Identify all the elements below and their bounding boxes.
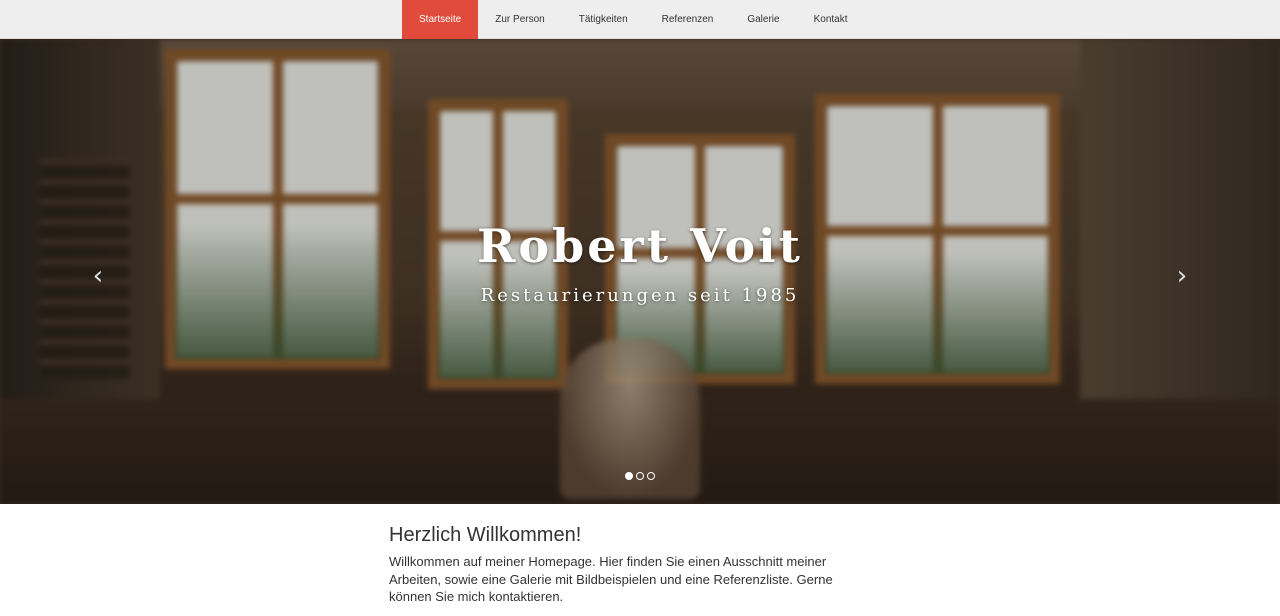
carousel-indicator-2[interactable] bbox=[636, 472, 644, 480]
chevron-right-icon: › bbox=[1176, 261, 1188, 291]
nav-item-galerie[interactable]: Galerie bbox=[730, 0, 796, 39]
nav-item-label: Tätigkeiten bbox=[578, 14, 628, 25]
hero-carousel: Robert Voit Restaurierungen seit 1985 ‹ … bbox=[0, 39, 1280, 504]
nav-item-startseite[interactable]: Startseite bbox=[402, 0, 479, 39]
nav-item-zur-person[interactable]: Zur Person bbox=[478, 0, 561, 39]
welcome-heading: Herzlich Willkommen! bbox=[389, 524, 582, 546]
welcome-section: Herzlich Willkommen! Willkommen auf mein… bbox=[389, 521, 869, 606]
carousel-indicator-1[interactable] bbox=[625, 472, 633, 480]
nav-item-label: Startseite bbox=[419, 14, 462, 25]
nav-item-label: Galerie bbox=[747, 14, 780, 25]
nav-item-label: Referenzen bbox=[661, 14, 714, 25]
welcome-paragraph: Willkommen auf meiner Homepage. Hier fin… bbox=[389, 554, 833, 604]
nav-menu: Startseite Zur Person Tätigkeiten Refere… bbox=[402, 0, 865, 39]
hero-subtitle: Restaurierungen seit 1985 bbox=[480, 285, 800, 306]
nav-item-referenzen[interactable]: Referenzen bbox=[645, 0, 731, 39]
carousel-next-button[interactable]: › bbox=[1172, 261, 1192, 291]
carousel-prev-button[interactable]: ‹ bbox=[88, 261, 108, 291]
carousel-indicator-3[interactable] bbox=[647, 472, 655, 480]
nav-item-taetigkeiten[interactable]: Tätigkeiten bbox=[562, 0, 645, 39]
nav-item-label: Kontakt bbox=[813, 14, 848, 25]
chevron-left-icon: ‹ bbox=[92, 261, 104, 291]
nav-item-label: Zur Person bbox=[495, 14, 545, 25]
hero-title: Robert Voit bbox=[477, 219, 803, 273]
carousel-indicators bbox=[625, 472, 655, 480]
nav-item-kontakt[interactable]: Kontakt bbox=[797, 0, 865, 39]
top-navbar: Startseite Zur Person Tätigkeiten Refere… bbox=[0, 0, 1280, 39]
